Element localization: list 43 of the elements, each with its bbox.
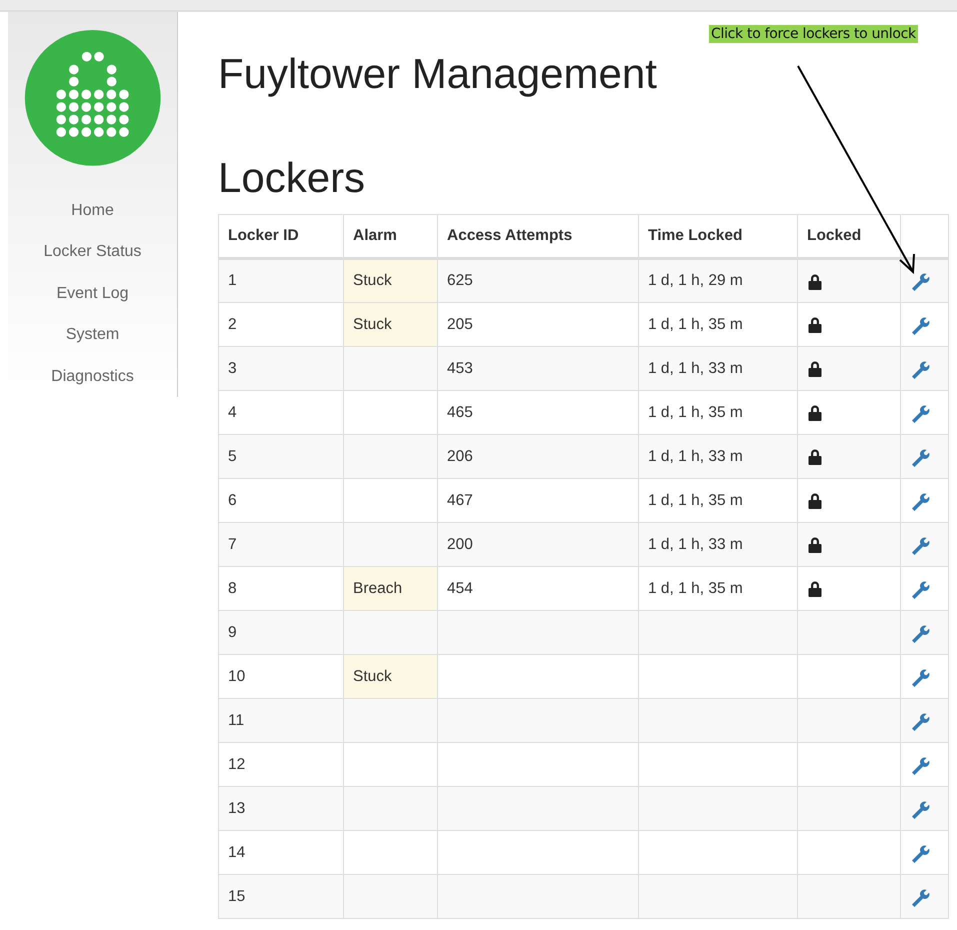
nav-link[interactable]: System (8, 314, 177, 356)
page-title: Fuyltower Management (218, 50, 658, 98)
wrench-button[interactable] (910, 666, 930, 686)
table-cell: 1 d, 1 h, 33 m (638, 346, 798, 390)
alarm-cell: Stuck (344, 258, 438, 302)
nav-link[interactable]: Home (8, 190, 177, 231)
section-title: Lockers (218, 154, 366, 202)
alarm-cell: Stuck (344, 302, 438, 346)
wrench-button[interactable] (910, 446, 930, 466)
wrench-button[interactable] (910, 358, 930, 378)
wrench-button[interactable] (910, 798, 930, 818)
alarm-cell: Breach (344, 566, 438, 610)
table-cell: 13 (218, 786, 344, 830)
table-cell: 15 (218, 874, 344, 918)
wrench-button[interactable] (910, 402, 930, 422)
nav-link[interactable]: Event Log (8, 272, 177, 314)
table-cell: 1 (218, 258, 344, 302)
table-cell: 1 d, 1 h, 33 m (638, 522, 798, 566)
wrench-button[interactable] (910, 886, 930, 906)
wrench-button[interactable] (910, 271, 930, 291)
table-cell: 453 (438, 346, 638, 390)
table-cell: 200 (438, 522, 638, 566)
alarm-cell: Stuck (344, 654, 438, 698)
table-cell: 9 (218, 610, 344, 654)
table-cell: 625 (438, 258, 638, 302)
wrench-button[interactable] (910, 754, 930, 774)
wrench-button[interactable] (910, 490, 930, 510)
nav-link[interactable]: Locker Status (8, 231, 177, 272)
table-cell: 1 d, 1 h, 33 m (638, 434, 798, 478)
nav-link[interactable]: Diagnostics (8, 356, 177, 397)
table-cell: 7 (218, 522, 344, 566)
table-cell: 1 d, 1 h, 29 m (638, 258, 798, 302)
wrench-button[interactable] (910, 578, 930, 598)
table-cell: 206 (438, 434, 638, 478)
wrench-button[interactable] (910, 534, 930, 554)
wrench-button[interactable] (910, 314, 930, 334)
wrench-button[interactable] (910, 622, 930, 642)
wrench-button[interactable] (910, 710, 930, 730)
wrench-button[interactable] (910, 842, 930, 862)
table-cell: 3 (218, 346, 344, 390)
annotation-label: Click to force lockers to unlock (709, 25, 918, 43)
table-cell: 11 (218, 698, 344, 742)
table-cell: 5 (218, 434, 344, 478)
